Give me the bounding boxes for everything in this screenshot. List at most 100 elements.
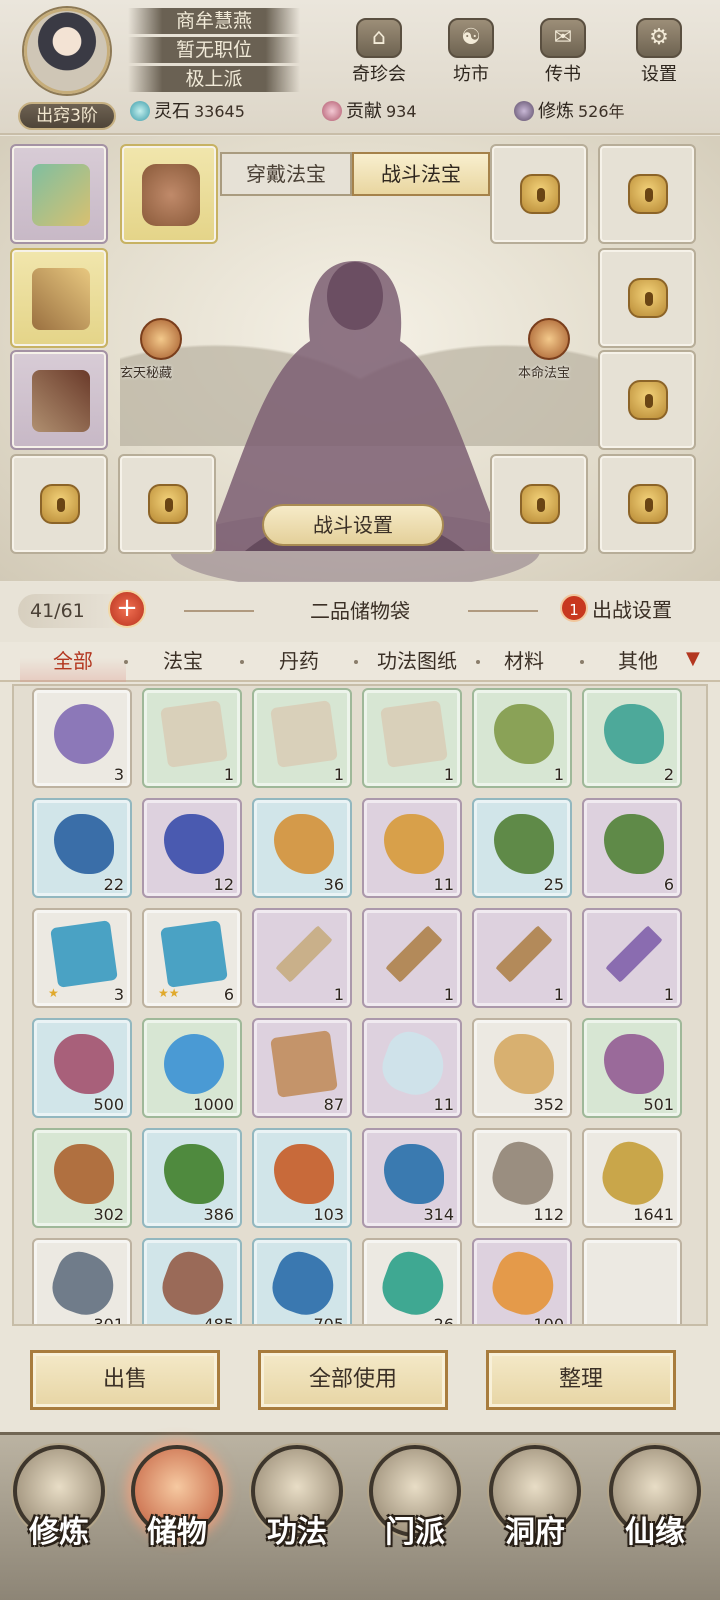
item-count: 1 xyxy=(333,765,344,784)
locked-slot-right-2[interactable] xyxy=(598,144,696,244)
inventory-cell[interactable]: 302 xyxy=(32,1128,132,1228)
item-count: 1641 xyxy=(633,1205,674,1224)
nav-cultivate-label: 修炼 xyxy=(29,1515,89,1550)
battle-settings-button[interactable]: 战斗设置 xyxy=(262,504,444,546)
inventory-cell[interactable]: 500 xyxy=(32,1018,132,1118)
avatar-wrap[interactable]: 出窍3阶 xyxy=(8,6,126,130)
equip-slot-2[interactable] xyxy=(120,144,218,244)
token-icon xyxy=(270,1030,338,1098)
ornament-left xyxy=(184,610,254,612)
jade-icon xyxy=(375,1245,453,1323)
lock-icon xyxy=(628,484,668,524)
inventory-cell[interactable]: 1 xyxy=(472,908,572,1008)
use-all-button[interactable]: 全部使用 xyxy=(258,1350,448,1410)
nav-cultivate[interactable]: 修炼 xyxy=(0,1445,118,1595)
xuantian-vault-icon[interactable] xyxy=(140,318,182,360)
inventory-cell[interactable]: 11 xyxy=(362,1018,462,1118)
inventory-cell[interactable]: 301 xyxy=(32,1238,132,1324)
item-count: 1 xyxy=(333,985,344,1004)
nav-fate[interactable]: 仙缘 xyxy=(596,1445,714,1595)
locked-slot-right-4[interactable] xyxy=(598,350,696,450)
inventory-cell[interactable]: 485 xyxy=(142,1238,242,1324)
inventory-cell[interactable]: 22 xyxy=(32,798,132,898)
inventory-cell[interactable]: 314 xyxy=(362,1128,462,1228)
inventory-cell[interactable]: 501 xyxy=(582,1018,682,1118)
player-avatar[interactable] xyxy=(24,8,110,94)
inventory-cell[interactable]: 3 xyxy=(32,688,132,788)
inventory-cell[interactable]: 1 xyxy=(362,908,462,1008)
inventory-cell[interactable]: 6 xyxy=(582,798,682,898)
scroll-letter-icon: ✉ xyxy=(540,18,586,58)
inventory-cell[interactable]: 1 xyxy=(582,908,682,1008)
tab-materials[interactable]: 材料 xyxy=(484,642,564,682)
locked-slot-right-6[interactable] xyxy=(598,454,696,554)
locked-slot-left-2[interactable] xyxy=(118,454,216,554)
inventory-cell[interactable]: 1 xyxy=(252,688,352,788)
equip-slot-1[interactable] xyxy=(10,144,108,244)
inventory-cell[interactable]: 1 xyxy=(362,688,462,788)
nav-sect[interactable]: 门派 xyxy=(356,1445,474,1595)
item-count: 3 xyxy=(113,985,124,1004)
equip-slot-3[interactable] xyxy=(10,248,108,348)
nav-fate-label: 仙缘 xyxy=(625,1515,685,1550)
inventory-cell[interactable]: ★ 3 xyxy=(32,908,132,1008)
inventory-cell[interactable]: 1641 xyxy=(582,1128,682,1228)
iron-ore-icon xyxy=(45,1245,123,1323)
settings-button[interactable]: ⚙ 设置 xyxy=(624,18,694,85)
item-count: 11 xyxy=(433,875,454,894)
inventory-cell[interactable]: 705 xyxy=(252,1238,352,1326)
locked-slot-right-5[interactable] xyxy=(490,454,588,554)
tab-treasure[interactable]: 法宝 xyxy=(140,642,226,682)
inventory-cell[interactable]: 1000 xyxy=(142,1018,242,1118)
inventory-cell[interactable]: 386 xyxy=(142,1128,242,1228)
treasure-pavilion-button[interactable]: ⌂ 奇珍会 xyxy=(344,18,414,85)
tab-wear-treasure[interactable]: 穿戴法宝 xyxy=(220,152,352,196)
nav-techniques[interactable]: 功法 xyxy=(238,1445,356,1595)
inventory-cell[interactable] xyxy=(582,1238,682,1324)
locked-slot-right-1[interactable] xyxy=(490,144,588,244)
tab-battle-treasure[interactable]: 战斗法宝 xyxy=(352,152,490,196)
inventory-cell[interactable]: 1 xyxy=(252,908,352,1008)
nav-storage[interactable]: 储物 xyxy=(118,1445,236,1595)
inventory-cell[interactable]: 12 xyxy=(142,798,242,898)
locked-slot-left-1[interactable] xyxy=(10,454,108,554)
inventory-cell[interactable]: 1 xyxy=(472,688,572,788)
cultivation-icon xyxy=(514,101,534,121)
tab-techniques[interactable]: 功法图纸 xyxy=(362,642,472,682)
tab-all[interactable]: 全部 xyxy=(20,642,126,682)
item-count: 11 xyxy=(433,1095,454,1114)
expand-bag-button[interactable]: + xyxy=(108,590,146,628)
inventory-cell[interactable]: ★★ 6 xyxy=(142,908,242,1008)
nav-cave[interactable]: 洞府 xyxy=(476,1445,594,1595)
inventory-cell[interactable]: 26 xyxy=(362,1238,462,1324)
inventory-cell[interactable]: 11 xyxy=(362,798,462,898)
inventory-cell[interactable]: 100 xyxy=(472,1238,572,1324)
star-rating: ★★ xyxy=(158,986,180,1000)
inventory-cell[interactable]: 25 xyxy=(472,798,572,898)
letters-button[interactable]: ✉ 传书 xyxy=(528,18,598,85)
sell-button[interactable]: 出售 xyxy=(30,1350,220,1410)
equip-slot-4[interactable] xyxy=(10,350,108,450)
chevron-down-icon[interactable]: ▼ xyxy=(686,648,700,669)
inventory-cell[interactable]: 1 xyxy=(142,688,242,788)
sort-button[interactable]: 整理 xyxy=(486,1350,676,1410)
market-button[interactable]: ☯ 坊市 xyxy=(436,18,506,85)
inventory-cell[interactable]: 36 xyxy=(252,798,352,898)
natal-treasure-icon[interactable] xyxy=(528,318,570,360)
deploy-settings-label: 出战设置 xyxy=(592,598,672,622)
sword-icon xyxy=(495,925,553,983)
deploy-settings-button[interactable]: 1 出战设置 xyxy=(560,592,710,628)
tab-other[interactable]: 其他 xyxy=(596,642,680,682)
inventory-cell[interactable]: 2 xyxy=(582,688,682,788)
inventory-cell[interactable]: 352 xyxy=(472,1018,572,1118)
vase-icon xyxy=(604,704,664,764)
item-count: 705 xyxy=(313,1315,344,1326)
inventory-cell[interactable]: 87 xyxy=(252,1018,352,1118)
item-count: 36 xyxy=(323,875,344,894)
letters-label: 传书 xyxy=(545,64,581,85)
locked-slot-right-3[interactable] xyxy=(598,248,696,348)
inventory-cell[interactable]: 103 xyxy=(252,1128,352,1228)
inventory-cell[interactable]: 112 xyxy=(472,1128,572,1228)
blue-flower-icon xyxy=(164,814,224,874)
tab-pills[interactable]: 丹药 xyxy=(256,642,342,682)
